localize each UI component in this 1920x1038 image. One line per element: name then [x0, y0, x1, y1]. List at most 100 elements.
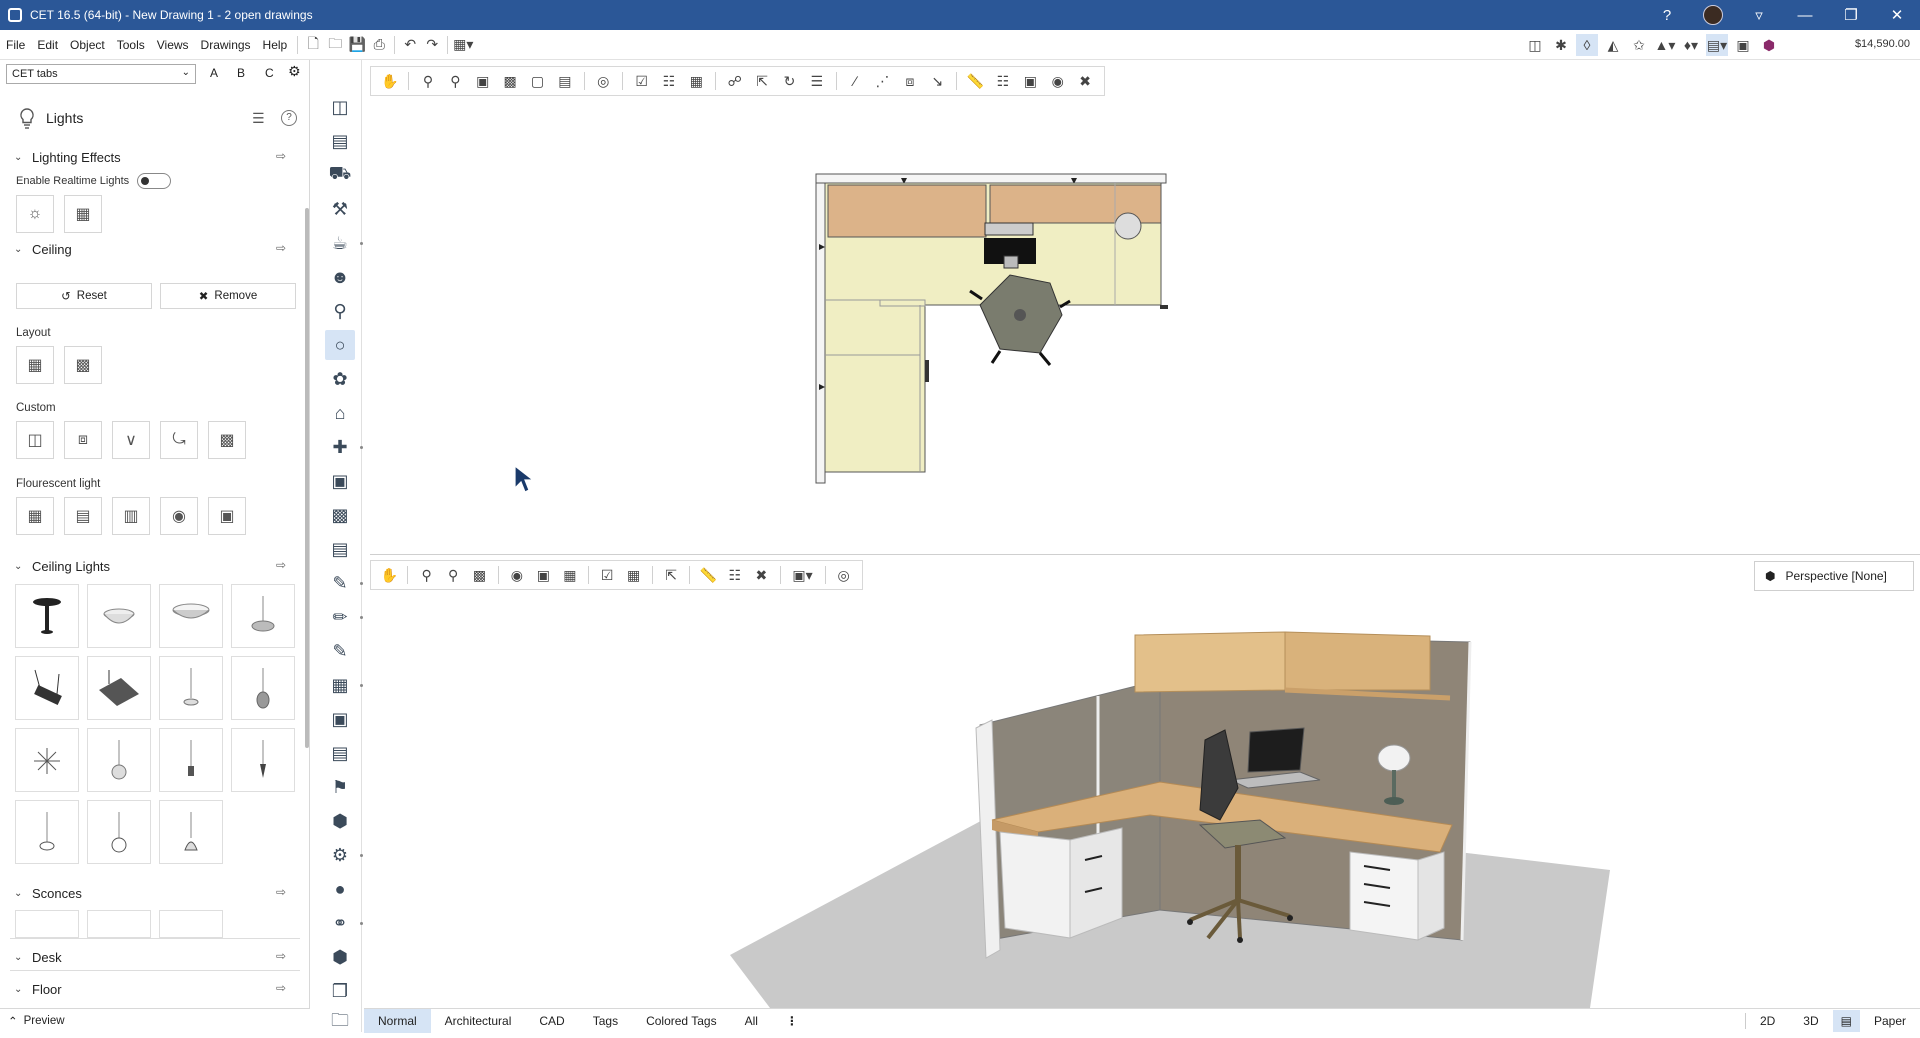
- plan-view-canvas[interactable]: [780, 160, 1200, 490]
- category-pdf-icon[interactable]: ▤: [325, 738, 355, 768]
- tree-icon[interactable]: ▲▾: [1654, 34, 1676, 56]
- category-vehicle-icon[interactable]: ⛟: [325, 160, 355, 190]
- select-icon[interactable]: ☑: [595, 564, 619, 586]
- rotate-object-icon[interactable]: ↻: [777, 70, 802, 92]
- print-icon[interactable]: ⎙: [368, 34, 390, 56]
- pan-hand-icon[interactable]: ✋: [377, 70, 402, 92]
- dome-light-tile[interactable]: [159, 584, 223, 648]
- top-panel[interactable]: [815, 173, 1167, 184]
- light-grid-icon[interactable]: ▦: [64, 195, 102, 233]
- starburst-light-tile[interactable]: [15, 728, 79, 792]
- mode-3d[interactable]: 3D: [1789, 1014, 1832, 1028]
- section-lighting-effects[interactable]: ⌄ Lighting Effects ⇨: [0, 146, 300, 168]
- new-file-icon[interactable]: 🗋: [302, 34, 324, 56]
- select-icon[interactable]: ☑: [629, 70, 654, 92]
- select-group-icon[interactable]: ▦: [684, 70, 709, 92]
- fluorescent-panel-icon[interactable]: ▤: [64, 497, 102, 535]
- custom-angle-icon[interactable]: ∨: [112, 421, 150, 459]
- tab-selector[interactable]: CET tabs ⌄: [6, 64, 196, 84]
- category-floorplan-icon[interactable]: ◫: [325, 92, 355, 122]
- menu-edit[interactable]: Edit: [31, 38, 64, 52]
- line-icon[interactable]: ∕: [842, 70, 867, 92]
- pedestal-right[interactable]: [1349, 851, 1419, 941]
- category-flag-icon[interactable]: ⚑: [325, 772, 355, 802]
- custom-arc-icon[interactable]: ⤿: [160, 421, 198, 459]
- tab-colored-tags[interactable]: Colored Tags: [632, 1009, 731, 1033]
- save-icon[interactable]: 💾: [346, 34, 368, 56]
- focus-icon[interactable]: ◎: [831, 564, 855, 586]
- measure-icon[interactable]: 📏: [696, 564, 720, 586]
- category-cube-icon[interactable]: ⬢: [325, 806, 355, 836]
- category-walls-icon[interactable]: ▤: [325, 126, 355, 156]
- category-folder-icon[interactable]: 🗀: [325, 1008, 355, 1038]
- sun-light-icon[interactable]: ☼: [16, 195, 54, 233]
- tab-c[interactable]: C: [265, 66, 274, 80]
- bowl-light-tile[interactable]: [87, 584, 151, 648]
- camera-icon[interactable]: ▣▾: [787, 564, 819, 586]
- zoom-previous-icon[interactable]: ▤: [552, 70, 577, 92]
- menu-tools[interactable]: Tools: [111, 38, 151, 52]
- fluorescent-square-icon[interactable]: ▣: [208, 497, 246, 535]
- measure-icon[interactable]: 📏: [963, 70, 988, 92]
- pin-icon[interactable]: ✱: [1550, 34, 1572, 56]
- tab-cad[interactable]: CAD: [525, 1009, 578, 1033]
- category-desk-icon[interactable]: ▣: [325, 466, 355, 496]
- mode-2d[interactable]: 2D: [1746, 1014, 1789, 1028]
- copy-measure-icon[interactable]: ☷: [990, 70, 1015, 92]
- select-all-icon[interactable]: ☷: [656, 70, 681, 92]
- book-icon[interactable]: ◫: [1524, 34, 1546, 56]
- remove-button[interactable]: ✖ Remove: [160, 283, 296, 309]
- left-panel[interactable]: [815, 182, 826, 484]
- stretch-icon[interactable]: ⇱: [659, 564, 683, 586]
- layers-icon[interactable]: ▤▾: [1706, 34, 1728, 56]
- laptop-screen[interactable]: [1247, 727, 1305, 773]
- category-camera-icon[interactable]: ●: [325, 874, 355, 904]
- globe-pendant-tile[interactable]: [87, 728, 151, 792]
- category-medical-icon[interactable]: ✚: [325, 432, 363, 462]
- category-building-icon[interactable]: ▦: [325, 670, 363, 700]
- overhead-cabinet[interactable]: [1134, 631, 1286, 693]
- bell-pendant-tile[interactable]: [159, 800, 223, 864]
- polyline-icon[interactable]: ⧈: [897, 70, 922, 92]
- linear-light-tile[interactable]: [15, 656, 79, 720]
- overhead-shelf[interactable]: [1284, 631, 1431, 691]
- export-icon[interactable]: ⇨: [276, 981, 286, 995]
- category-rings-icon[interactable]: ⚭: [325, 908, 363, 938]
- delete-icon[interactable]: ✖: [1072, 70, 1097, 92]
- more-options-icon[interactable]: ⋮: [772, 1009, 812, 1033]
- laptop[interactable]: [984, 222, 1034, 236]
- panel-light-tile[interactable]: [87, 656, 151, 720]
- gear-icon[interactable]: ⚙: [288, 63, 301, 80]
- export-icon[interactable]: ⇨: [276, 558, 286, 572]
- zoom-extents-icon[interactable]: ▩: [497, 70, 522, 92]
- menu-views[interactable]: Views: [151, 38, 195, 52]
- export-icon[interactable]: ⇨: [276, 949, 286, 963]
- select-group-icon[interactable]: ▦: [621, 564, 645, 586]
- tab-a[interactable]: A: [210, 66, 218, 80]
- category-edit-icon[interactable]: ✎: [325, 568, 363, 598]
- minimize-button[interactable]: —: [1782, 0, 1828, 30]
- fly-icon[interactable]: ▦: [558, 564, 582, 586]
- tab-all[interactable]: All: [731, 1009, 772, 1033]
- drop-pendant-tile[interactable]: [231, 656, 295, 720]
- fluorescent-grid-icon[interactable]: ▦: [16, 497, 54, 535]
- reset-button[interactable]: ↺ Reset: [16, 283, 152, 309]
- layout-grid-icon[interactable]: ▦: [16, 346, 54, 384]
- section-sconces[interactable]: ⌄ Sconces ⇨: [0, 882, 300, 904]
- section-ceiling-lights[interactable]: ⌄ Ceiling Lights ⇨: [0, 555, 300, 577]
- layout-border-icon[interactable]: ▩: [64, 346, 102, 384]
- pan-hand-icon[interactable]: ✋: [377, 564, 401, 586]
- avatar[interactable]: [1690, 0, 1736, 30]
- category-pattern-icon[interactable]: ▩: [325, 500, 355, 530]
- menu-file[interactable]: File: [0, 38, 31, 52]
- tab-b[interactable]: B: [237, 66, 245, 80]
- cup-pendant-tile[interactable]: [15, 800, 79, 864]
- orbit-icon[interactable]: ◉: [505, 564, 529, 586]
- fluorescent-round-icon[interactable]: ◉: [160, 497, 198, 535]
- zoom-window-icon[interactable]: ▣: [470, 70, 495, 92]
- overhead-storage-left[interactable]: [827, 184, 987, 238]
- section-desk[interactable]: ⌄ Desk ⇨: [0, 946, 300, 968]
- category-people-icon[interactable]: ☻: [325, 262, 355, 292]
- help-icon[interactable]: ?: [281, 110, 297, 126]
- category-sketchup-icon[interactable]: ⬢: [325, 942, 355, 972]
